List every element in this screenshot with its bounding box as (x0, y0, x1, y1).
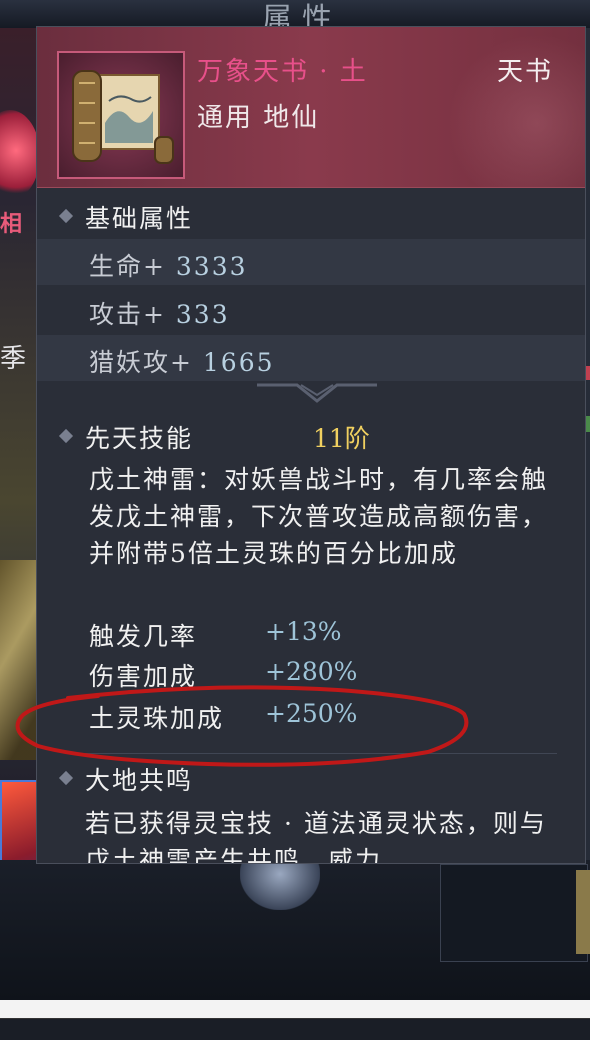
item-category: 天书 (497, 57, 554, 87)
card-edge (576, 870, 590, 954)
resonance-description: 若已获得灵宝技 · 道法通灵状态，则与戊土神雷产生共鸣，威力 (85, 809, 547, 864)
skill-description: 戊土神雷：对妖兽战斗时，有几率会触发戊土神雷，下次普攻造成高额伤害，并附带5倍土… (89, 465, 549, 568)
left-label-1: 相 (0, 211, 23, 237)
diamond-icon (58, 770, 74, 786)
item-name: 万象天书 · 土 (197, 57, 368, 87)
equipment-slot[interactable] (440, 864, 588, 962)
base-attributes-title: 基础属性 (85, 204, 194, 233)
item-header: 万象天书 · 土 天书 通用 地仙 (37, 27, 585, 188)
next-screenshot-strip (0, 1018, 590, 1040)
divider-ornament-icon (257, 383, 377, 403)
left-label-2: 季 (0, 344, 27, 374)
attr-row-text: 生命+ 3333 (89, 252, 248, 281)
attr-row: 生命+ 3333 (37, 239, 585, 285)
skill-level: 11阶 (313, 424, 370, 453)
diamond-icon (58, 208, 74, 224)
screenshot-gap (0, 1000, 590, 1018)
highlight-annotation (15, 685, 469, 767)
item-subtitle: 通用 地仙 (197, 103, 320, 133)
stat-value: +280% (265, 657, 358, 686)
scroll-icon (57, 51, 185, 179)
attr-row: 猎妖攻+ 1665 (37, 335, 585, 381)
stat-value: +13% (265, 617, 342, 646)
stat-label: 触发几率 (89, 622, 198, 651)
attr-row-text: 攻击+ 333 (89, 300, 230, 329)
attr-row-text: 猎妖攻+ 1665 (89, 348, 275, 377)
top-banner: 属性 (0, 0, 590, 37)
attr-row: 攻击+ 333 (37, 287, 585, 333)
innate-skill-title: 先天技能 (85, 424, 194, 453)
diamond-icon (58, 428, 74, 444)
